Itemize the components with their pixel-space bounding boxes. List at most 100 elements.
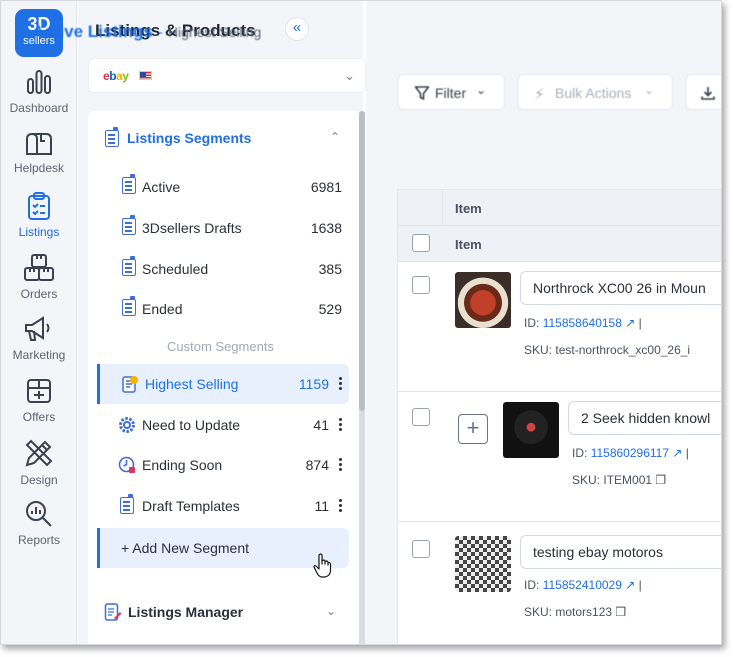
rail-label-listings: Listings xyxy=(18,225,60,239)
page-heading: Active Listings - Highest Selling xyxy=(32,22,261,42)
segment-name: Ended xyxy=(142,301,183,317)
list-icon xyxy=(122,174,136,194)
boxes-icon xyxy=(24,254,54,281)
more-options-icon[interactable] xyxy=(337,416,343,434)
list-icon xyxy=(122,296,136,316)
custom-segments-label: Custom Segments xyxy=(167,339,274,354)
collapse-panel-button[interactable]: « xyxy=(285,17,309,41)
item-id-link[interactable]: 115858640158 xyxy=(543,316,622,330)
listings-table: Item Item Northrock XC00 26 in Moun ID: … xyxy=(397,189,721,644)
item-sku-label: SKU: xyxy=(524,343,553,357)
add-new-segment-button[interactable]: + Add New Segment xyxy=(97,528,349,568)
segments-scroll-thumb[interactable] xyxy=(359,111,365,411)
expand-row-button[interactable]: + xyxy=(458,414,488,444)
item-id: ID: 115852410029 ↗ | xyxy=(524,578,642,592)
item-sku-value: motors123 xyxy=(555,605,613,619)
copy-icon[interactable]: ❐ xyxy=(615,605,626,619)
segment-count: 529 xyxy=(318,301,342,317)
product-thumbnail[interactable] xyxy=(455,536,511,592)
item-sku-value: ITEM001 xyxy=(603,473,653,487)
item-sku-value: test-northrock_xc00_26_i xyxy=(555,343,691,357)
item-sku: SKU: test-northrock_xc00_26_i xyxy=(524,343,690,357)
list-icon xyxy=(105,127,119,147)
item-id-label: ID: xyxy=(524,578,540,592)
custom-segment-ending-soon[interactable]: Ending Soon 874 xyxy=(97,445,349,485)
item-id: ID: 115860296117 ↗ | xyxy=(572,446,689,460)
listings-segments-header[interactable]: Listings Segments ⌃ xyxy=(105,127,340,149)
external-link-icon[interactable]: ↗ xyxy=(625,578,635,592)
megaphone-icon xyxy=(25,316,50,341)
item-sku-label: SKU: xyxy=(524,605,553,619)
bulk-actions-button[interactable]: ⚡ Bulk Actions ⌄ xyxy=(517,74,673,110)
segment-count: 6981 xyxy=(310,179,342,195)
external-link-icon[interactable]: ↗ xyxy=(625,316,635,330)
segment-ended[interactable]: Ended 529 xyxy=(122,296,342,321)
add-new-segment-label: + Add New Segment xyxy=(121,540,250,556)
rail-item-listings[interactable]: Listings xyxy=(1,191,77,249)
item-id-link[interactable]: 115860296117 xyxy=(591,446,669,460)
chevron-up-icon: ⌃ xyxy=(329,130,340,144)
rail-item-design[interactable]: Design xyxy=(1,437,77,495)
custom-segment-name: Highest Selling xyxy=(145,376,239,392)
lightning-icon: ⚡ xyxy=(534,86,545,103)
us-flag-icon xyxy=(139,71,152,80)
store-selector[interactable]: ebay ⌄ xyxy=(88,58,366,93)
chevron-down-icon: ⌄ xyxy=(476,83,487,97)
manager-icon xyxy=(104,603,122,621)
download-button[interactable] xyxy=(685,74,721,110)
row-checkbox[interactable] xyxy=(412,408,430,426)
item-title-field[interactable]: Northrock XC00 26 in Moun xyxy=(520,271,721,305)
more-options-icon[interactable] xyxy=(337,375,343,393)
external-link-icon[interactable]: ↗ xyxy=(672,446,682,460)
table-row: Northrock XC00 26 in Moun ID: 1158586401… xyxy=(398,262,721,392)
segment-scheduled[interactable]: Scheduled 385 xyxy=(122,256,342,281)
rail-item-helpdesk[interactable]: Helpdesk xyxy=(1,131,77,189)
rail-item-offers[interactable]: Offers xyxy=(1,376,77,434)
gear-icon xyxy=(119,417,135,433)
filter-button[interactable]: Filter ⌄ xyxy=(397,74,505,110)
title-separator: - xyxy=(157,24,163,41)
bar-chart-icon xyxy=(27,70,51,94)
item-title-field[interactable]: testing ebay motoros xyxy=(520,535,721,569)
custom-segment-count: 874 xyxy=(305,457,329,473)
row-checkbox[interactable] xyxy=(412,540,430,558)
rail-item-reports[interactable]: Reports xyxy=(1,499,77,557)
more-options-icon[interactable] xyxy=(337,497,343,515)
rail-item-orders[interactable]: Orders xyxy=(1,253,77,311)
product-thumbnail[interactable] xyxy=(455,272,511,328)
item-id-link[interactable]: 115852410029 xyxy=(543,578,622,592)
copy-icon[interactable]: ❐ xyxy=(655,473,666,487)
rail-label-design: Design xyxy=(20,473,58,487)
rail-item-marketing[interactable]: Marketing xyxy=(1,314,77,372)
listings-manager-header[interactable]: Listings Manager ⌄ xyxy=(104,602,336,622)
separator: | xyxy=(638,578,642,592)
custom-segment-name: Need to Update xyxy=(142,417,241,433)
row-checkbox[interactable] xyxy=(412,276,430,294)
separator: | xyxy=(685,446,689,460)
segment-name: Scheduled xyxy=(142,261,209,277)
segment-active[interactable]: Active 6981 xyxy=(122,174,342,199)
bulk-actions-label: Bulk Actions xyxy=(555,85,632,101)
clipboard-icon xyxy=(28,192,50,220)
more-options-icon[interactable] xyxy=(337,456,343,474)
product-thumbnail[interactable] xyxy=(503,402,559,458)
rail-item-dashboard[interactable]: Dashboard xyxy=(1,67,77,125)
select-all-checkbox[interactable] xyxy=(412,234,430,252)
custom-segment-need-to-update[interactable]: Need to Update 41 xyxy=(97,405,349,445)
custom-segment-name: Ending Soon xyxy=(142,457,223,473)
column-divider xyxy=(442,190,443,226)
page-subtitle: Highest Selling xyxy=(167,24,262,40)
rail-label-orders: Orders xyxy=(20,287,58,301)
column-header-item: Item xyxy=(455,237,482,252)
item-title-field[interactable]: 2 Seek hidden knowl xyxy=(568,401,721,435)
item-id-label: ID: xyxy=(572,446,588,460)
custom-segment-name: Draft Templates xyxy=(142,498,240,514)
item-sku: SKU: ITEM001 ❐ xyxy=(572,473,666,487)
item-id-label: ID: xyxy=(524,316,540,330)
custom-segment-highest-selling[interactable]: Highest Selling 1159 xyxy=(97,364,349,404)
item-sku-label: SKU: xyxy=(572,473,601,487)
segment-count: 1638 xyxy=(310,220,342,236)
segment-drafts[interactable]: 3Dsellers Drafts 1638 xyxy=(122,215,342,240)
custom-segment-count: 11 xyxy=(314,498,329,514)
custom-segment-draft-templates[interactable]: Draft Templates 11 xyxy=(97,486,349,526)
